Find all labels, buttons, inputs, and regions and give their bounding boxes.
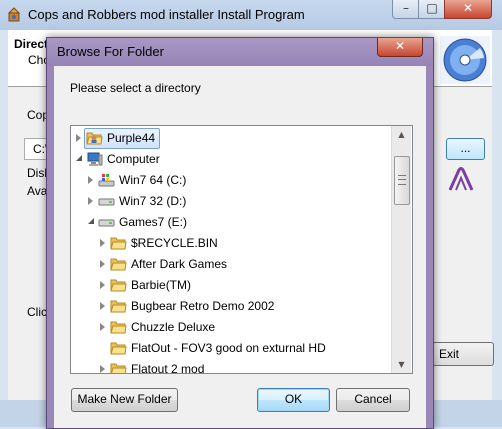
dialog-frame-right: [426, 66, 433, 428]
system-drive-icon: [98, 172, 115, 188]
folder-tree[interactable]: Purple44 Computer Win7 64 (C:) Win7 32 (D:)…: [70, 125, 413, 374]
collapsed-arrow-icon[interactable]: [100, 323, 105, 331]
folder-icon: [110, 235, 127, 251]
collapsed-arrow-icon[interactable]: [100, 365, 105, 373]
installer-title: Cops and Robbers mod installer Install P…: [28, 7, 305, 22]
tree-item[interactable]: Games7 (E:): [71, 212, 391, 233]
expanded-arrow-icon[interactable]: [76, 155, 82, 161]
expanded-arrow-icon[interactable]: [88, 218, 94, 224]
tree-item[interactable]: Chuzzle Deluxe: [71, 317, 391, 338]
exit-button[interactable]: Exit: [430, 342, 494, 366]
tree-item-label: Purple44: [107, 131, 156, 145]
tree-item[interactable]: Purple44: [71, 128, 391, 149]
close-icon: ✕: [462, 1, 474, 15]
folder-icon: [110, 319, 127, 335]
installer-titlebar: Cops and Robbers mod installer Install P…: [0, 0, 502, 30]
tree-item[interactable]: Bugbear Retro Demo 2002: [71, 296, 391, 317]
tree-item-label: Barbie(TM): [131, 278, 192, 292]
collapsed-arrow-icon[interactable]: [88, 197, 93, 205]
installer-app-icon: [7, 7, 21, 22]
drive-icon: [98, 193, 115, 209]
folder-icon: [110, 361, 127, 373]
folder-icon: [110, 277, 127, 293]
cd-disc-icon: [440, 36, 490, 84]
drive-icon: [98, 214, 115, 230]
user-folder-icon: [86, 130, 103, 146]
dialog-titlebar[interactable]: Browse For Folder ✕: [47, 38, 433, 66]
tree-item-label: Win7 64 (C:): [119, 173, 187, 187]
tree-item[interactable]: FlatOut - FOV3 good on exturnal HD: [71, 338, 391, 359]
grip-icon: [398, 175, 406, 185]
tree-item-label: After Dark Games: [131, 257, 228, 271]
maximize-icon: □: [426, 1, 438, 15]
collapsed-arrow-icon[interactable]: [100, 302, 105, 310]
cancel-button[interactable]: Cancel: [336, 388, 410, 412]
tree-item[interactable]: Barbie(TM): [71, 275, 391, 296]
collapsed-arrow-icon[interactable]: [100, 239, 105, 247]
collapsed-arrow-icon[interactable]: [76, 134, 81, 142]
minimize-icon: –: [403, 1, 409, 15]
tree-item-label: Win7 32 (D:): [119, 194, 187, 208]
dialog-title: Browse For Folder: [57, 44, 164, 59]
tree-item-label: Bugbear Retro Demo 2002: [131, 299, 275, 313]
close-button[interactable]: ✕: [444, 0, 492, 19]
tree-item-label: Chuzzle Deluxe: [131, 320, 216, 334]
collapsed-arrow-icon[interactable]: [100, 281, 105, 289]
tree-item-label: $RECYCLE.BIN: [131, 236, 218, 250]
collapsed-arrow-icon[interactable]: [88, 176, 93, 184]
dialog-prompt: Please select a directory: [70, 81, 201, 95]
tree-item[interactable]: Computer: [71, 149, 391, 170]
browse-button[interactable]: ...: [446, 138, 485, 160]
close-icon: ✕: [394, 39, 406, 53]
computer-icon: [86, 151, 103, 167]
dialog-close-button[interactable]: ✕: [377, 38, 423, 57]
tree-item[interactable]: $RECYCLE.BIN: [71, 233, 391, 254]
tree-item-label: Flatout 2 mod: [131, 362, 205, 374]
tree-item[interactable]: After Dark Games: [71, 254, 391, 275]
folder-icon: [110, 256, 127, 272]
ok-button[interactable]: OK: [257, 388, 330, 412]
tree-item[interactable]: Win7 64 (C:): [71, 170, 391, 191]
folder-icon: [110, 298, 127, 314]
tree-scrollbar[interactable]: ▲ ▼: [391, 126, 411, 373]
tree-item[interactable]: Win7 32 (D:): [71, 191, 391, 212]
folder-icon: [110, 340, 127, 356]
purple-logo-icon: [448, 167, 474, 191]
tree-item[interactable]: Flatout 2 mod: [71, 359, 391, 374]
tree-item-label: Games7 (E:): [119, 215, 188, 229]
scrollbar-thumb[interactable]: [394, 156, 410, 205]
make-new-folder-button[interactable]: Make New Folder: [71, 388, 178, 412]
minimize-button[interactable]: –: [392, 0, 420, 19]
browse-folder-dialog: Browse For Folder ✕ Please select a dire…: [46, 37, 434, 429]
exit-button-label: Exit: [439, 347, 460, 361]
tree-item-label: FlatOut - FOV3 good on exturnal HD: [131, 341, 326, 355]
scroll-up-button[interactable]: ▲: [392, 126, 411, 143]
dialog-frame-left: [47, 66, 54, 428]
collapsed-arrow-icon[interactable]: [100, 260, 105, 268]
tree-item-label: Computer: [107, 152, 160, 166]
scroll-down-button[interactable]: ▼: [392, 356, 411, 373]
maximize-button[interactable]: □: [418, 0, 446, 19]
